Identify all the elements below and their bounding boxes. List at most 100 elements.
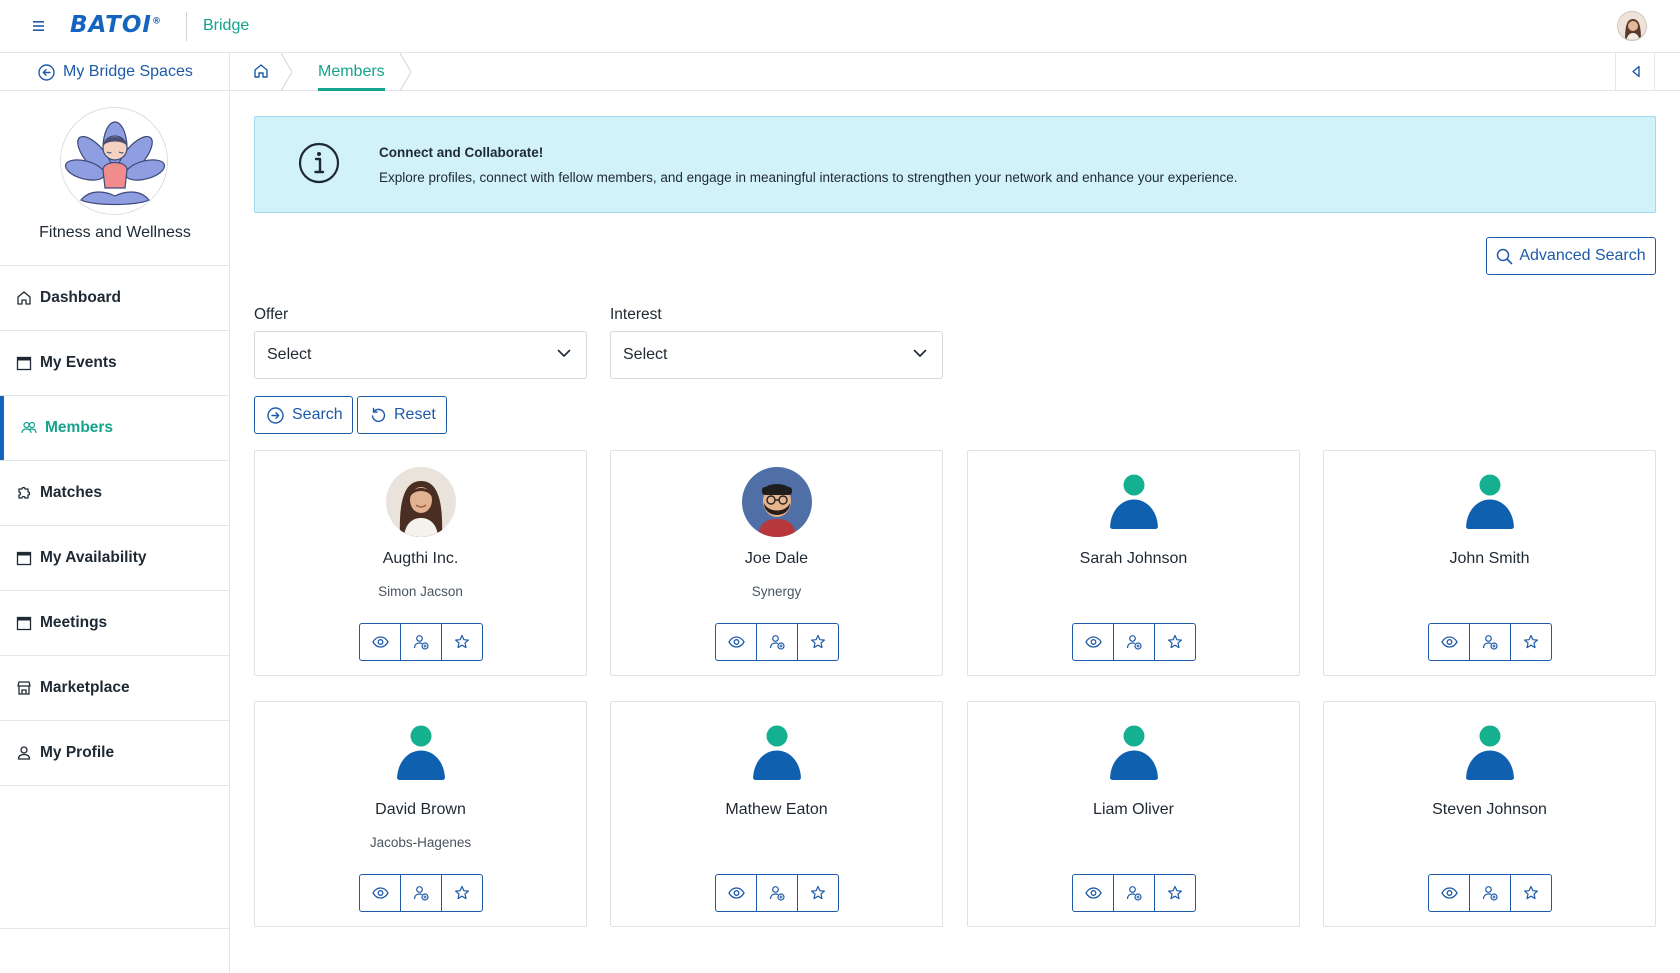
default-avatar-icon [1455,467,1525,537]
sidebar-item-my-availability[interactable]: My Availability [0,526,230,591]
member-organization: Simon Jacson [378,584,463,599]
chevron-down-icon [557,349,571,358]
sidebar-item-label: Matches [40,484,103,501]
member-name: Mathew Eaton [725,801,828,818]
view-profile-button[interactable] [1429,624,1469,660]
favorite-button[interactable] [1154,624,1195,660]
sidebar-item-label: Meetings [40,614,108,631]
favorite-button[interactable] [1154,875,1195,911]
my-bridge-spaces-label: My Bridge Spaces [63,63,193,80]
reset-button-label: Reset [394,406,436,423]
star-icon [810,634,826,650]
sidebar-item-label: My Profile [40,744,115,761]
calendar-icon [16,550,32,566]
sidebar-item-label: Dashboard [40,289,121,306]
eye-icon [371,636,389,648]
interest-select-value: Select [623,346,668,363]
favorite-button[interactable] [441,875,482,911]
my-bridge-spaces-link[interactable]: My Bridge Spaces [0,53,230,91]
member-name: Sarah Johnson [1079,550,1188,567]
star-icon [1167,885,1183,901]
connect-button[interactable] [400,875,441,911]
member-card: Mathew Eaton [610,701,943,927]
member-actions [715,623,839,661]
banner-title: Connect and Collaborate! [379,145,544,160]
user-add-icon [1126,885,1142,901]
space-name: Fitness and Wellness [39,224,191,241]
hamburger-icon[interactable] [30,17,50,35]
caret-left-icon [1632,65,1640,78]
arrow-circle-right-icon [267,406,284,424]
member-name: Liam Oliver [1093,801,1174,818]
users-icon [21,420,37,436]
sidebar: Fitness and Wellness Dashboard My Events… [0,91,230,973]
sidebar-item-my-events[interactable]: My Events [0,331,230,396]
member-card: Steven Johnson [1323,701,1656,927]
offer-select[interactable]: Select [254,331,587,379]
member-actions [1072,623,1196,661]
member-actions [1428,874,1552,912]
sidebar-nav: Dashboard My Events Members Matches My A… [0,265,230,786]
batoi-logo[interactable]: BATOI® [70,12,162,38]
member-name: David Brown [375,801,466,818]
search-button-label: Search [292,406,343,423]
sidebar-item-meetings[interactable]: Meetings [0,591,230,656]
reset-button[interactable]: Reset [357,396,447,434]
view-profile-button[interactable] [716,875,756,911]
view-profile-button[interactable] [1073,624,1113,660]
eye-icon [371,887,389,899]
view-profile-button[interactable] [360,875,400,911]
default-avatar-icon [1455,718,1525,788]
user-avatar[interactable] [1617,11,1647,41]
connect-button[interactable] [1469,875,1510,911]
home-icon [16,290,32,306]
user-add-icon [769,885,785,901]
sidebar-item-my-profile[interactable]: My Profile [0,721,230,786]
user-add-icon [1482,885,1498,901]
chevron-down-icon [913,349,927,358]
sidebar-item-marketplace[interactable]: Marketplace [0,656,230,721]
member-card: Joe Dale Synergy [610,450,943,676]
connect-button[interactable] [756,875,797,911]
eye-icon [727,636,745,648]
member-actions [359,623,483,661]
connect-button[interactable] [1469,624,1510,660]
view-profile-button[interactable] [360,624,400,660]
collapse-panel-button[interactable] [1615,53,1655,91]
member-name: Joe Dale [744,550,809,567]
favorite-button[interactable] [1510,875,1551,911]
interest-select[interactable]: Select [610,331,943,379]
connect-button[interactable] [1113,875,1154,911]
sidebar-item-members[interactable]: Members [0,396,230,461]
sidebar-item-matches[interactable]: Matches [0,461,230,526]
store-icon [16,680,32,696]
advanced-search-button[interactable]: Advanced Search [1486,237,1656,275]
app-name: Bridge [203,17,250,34]
connect-button[interactable] [1113,624,1154,660]
favorite-button[interactable] [441,624,482,660]
member-avatar [742,467,812,537]
member-card: Liam Oliver [967,701,1300,927]
divider [0,928,230,929]
offer-label: Offer [254,306,289,323]
star-icon [1167,634,1183,650]
banner-text: Explore profiles, connect with fellow me… [379,170,1238,185]
sidebar-item-label: Members [45,419,114,436]
breadcrumb-current[interactable]: Members [318,53,385,91]
user-add-icon [1482,634,1498,650]
sidebar-item-dashboard[interactable]: Dashboard [0,266,230,331]
view-profile-button[interactable] [716,624,756,660]
brand-divider [186,12,187,41]
search-button[interactable]: Search [254,396,353,434]
favorite-button[interactable] [1510,624,1551,660]
breadcrumb-home-icon[interactable] [252,62,270,80]
star-icon [810,885,826,901]
connect-button[interactable] [400,624,441,660]
top-bar: BATOI® Bridge [0,0,1680,53]
connect-button[interactable] [756,624,797,660]
puzzle-icon [16,485,32,501]
view-profile-button[interactable] [1073,875,1113,911]
favorite-button[interactable] [797,875,838,911]
view-profile-button[interactable] [1429,875,1469,911]
favorite-button[interactable] [797,624,838,660]
